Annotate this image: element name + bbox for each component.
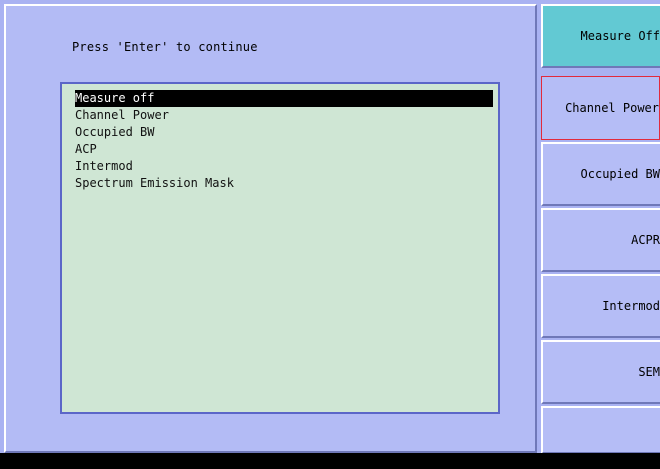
softkey-measure-off[interactable]: Measure Off <box>541 4 660 68</box>
list-item-intermod[interactable]: Intermod <box>62 158 492 175</box>
softkey-panel: Measure Off Channel Power Occupied BW AC… <box>541 4 660 454</box>
status-bar <box>0 453 660 469</box>
list-item-measure-off[interactable]: Measure off <box>75 90 493 107</box>
list-item-spectrum-emission-mask[interactable]: Spectrum Emission Mask <box>62 175 492 192</box>
continue-prompt: Press 'Enter' to continue <box>72 40 258 54</box>
analyzer-screen: Press 'Enter' to continue Measure off Ch… <box>0 0 660 469</box>
softkey-label: Measure Off <box>580 29 660 43</box>
softkey-acpr[interactable]: ACPR <box>541 208 660 272</box>
list-item-occupied-bw[interactable]: Occupied BW <box>62 124 492 141</box>
list-item-channel-power[interactable]: Channel Power <box>62 107 492 124</box>
measure-select-dialog: Press 'Enter' to continue Measure off Ch… <box>4 4 537 453</box>
softkey-label: SEM <box>638 365 660 379</box>
softkey-label: Intermod <box>602 299 660 313</box>
softkey-blank[interactable] <box>541 406 660 454</box>
softkey-channel-power[interactable]: Channel Power <box>541 76 660 140</box>
softkey-label: Channel Power <box>565 101 659 115</box>
softkey-label: Occupied BW <box>580 167 660 181</box>
softkey-occupied-bw[interactable]: Occupied BW <box>541 142 660 206</box>
softkey-sem[interactable]: SEM <box>541 340 660 404</box>
softkey-intermod[interactable]: Intermod <box>541 274 660 338</box>
measure-list[interactable]: Measure off Channel Power Occupied BW AC… <box>60 82 500 414</box>
softkey-label: ACPR <box>631 233 660 247</box>
list-item-acp[interactable]: ACP <box>62 141 492 158</box>
